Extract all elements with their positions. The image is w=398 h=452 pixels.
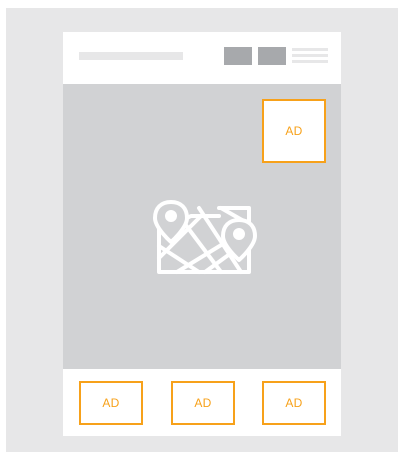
ad-bottom-left-label: AD (102, 396, 120, 410)
mobile-screen: AD AD AD AD (63, 32, 341, 436)
screen-frame: AD AD AD AD (6, 8, 398, 452)
menu-lines-icon[interactable] (292, 48, 328, 64)
ad-bottom-center[interactable]: AD (171, 381, 235, 425)
menu-line-bottom (292, 60, 328, 63)
ad-top-right[interactable]: AD (262, 99, 326, 163)
header-button-2[interactable] (258, 47, 286, 65)
ad-bottom-center-label: AD (194, 396, 212, 410)
footer-ad-bar: AD AD AD (63, 369, 341, 436)
title-placeholder-bar (79, 52, 183, 60)
app-header (63, 32, 341, 84)
ad-bottom-right[interactable]: AD (262, 381, 326, 425)
ad-bottom-left[interactable]: AD (79, 381, 143, 425)
menu-line-middle (292, 54, 328, 57)
ad-top-right-label: AD (285, 124, 303, 138)
map-area[interactable]: AD (63, 84, 341, 369)
menu-line-top (292, 48, 328, 51)
ad-bottom-right-label: AD (285, 396, 303, 410)
map-with-location-pins-icon (153, 200, 257, 274)
header-button-1[interactable] (224, 47, 252, 65)
